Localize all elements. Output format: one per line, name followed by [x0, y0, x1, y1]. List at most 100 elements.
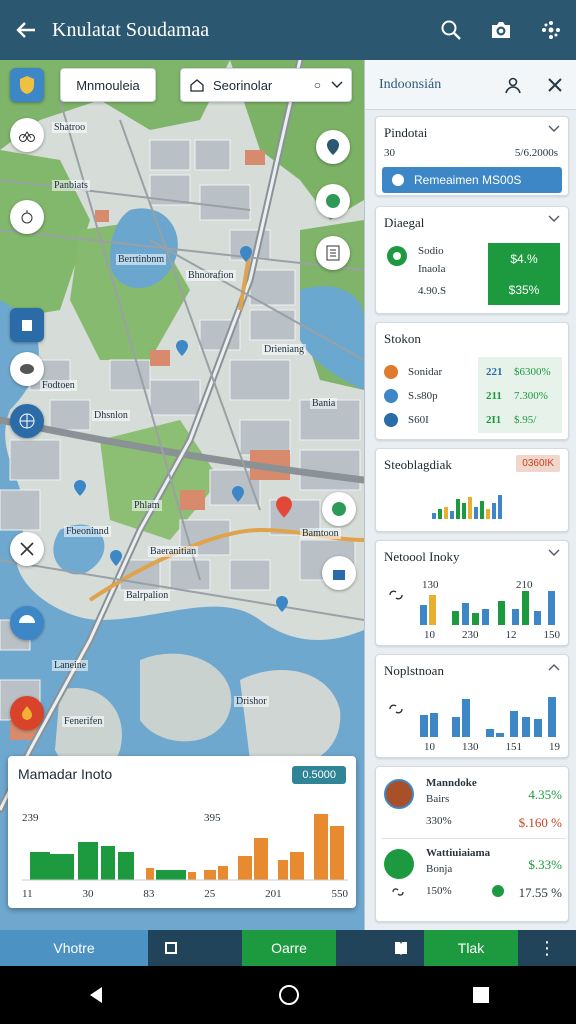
map-pin-icon[interactable]: [232, 486, 244, 502]
chart-bar: [188, 872, 196, 880]
chevron-up-icon[interactable]: [548, 663, 560, 671]
tick-label: 11: [22, 888, 33, 900]
chart-bar: [452, 717, 460, 737]
chevron-down-icon[interactable]: [548, 125, 560, 133]
nav-square-button[interactable]: [148, 930, 194, 966]
card-stokon[interactable]: Stokon Sonidar 221 $6300% S.s80p 211 7.3…: [375, 322, 569, 440]
building-icon[interactable]: [10, 308, 44, 342]
chart-bar: [496, 733, 504, 737]
card-netoool[interactable]: Netoool Inoky 130 210 10 230 12 150: [375, 540, 569, 646]
nav-tlak[interactable]: Tlak: [424, 930, 518, 966]
item-value: $.33%: [528, 857, 562, 872]
recycle-icon[interactable]: [316, 184, 350, 218]
document-icon[interactable]: [316, 236, 350, 270]
tiger-icon[interactable]: [10, 352, 44, 386]
chart-bar: [486, 729, 494, 737]
map-label: Phlam: [132, 500, 162, 511]
chart-bar: [101, 846, 115, 880]
card-diaegal[interactable]: Diaegal Sodio Inaola 4.90.S $4.% $35%: [375, 206, 569, 314]
card-steoblagdiak[interactable]: Steoblagdiak 0360IK: [375, 448, 569, 532]
card-line: Sodio: [418, 245, 444, 257]
app-bar: Knulatat Soudamaa: [0, 0, 576, 60]
card-stats-list[interactable]: Manndoke Bairs 4.35% 330% $.160 % Wattiu…: [375, 766, 569, 922]
list-item[interactable]: Wattiuiaiama Bonja $.33% 150% 17.55 %: [382, 845, 566, 915]
chevron-down-icon[interactable]: [548, 215, 560, 223]
row-b: $.95/: [514, 414, 537, 426]
item-name: Wattiuiaiama: [426, 847, 491, 859]
chart-bar: [480, 501, 484, 519]
person-icon[interactable]: [492, 76, 534, 94]
map-search-left[interactable]: Mnmouleia: [60, 68, 156, 102]
chart-bar: [444, 507, 448, 519]
item-value-2: 150%: [426, 885, 452, 897]
leaf-icon[interactable]: [322, 492, 356, 526]
list-item[interactable]: Manndoke Bairs 4.35% 330% $.160 %: [382, 775, 566, 839]
map-pin-icon[interactable]: [74, 480, 86, 496]
row-b: 7.300%: [514, 390, 548, 402]
map-pin-icon[interactable]: [176, 340, 188, 356]
nav-vhotre[interactable]: Vhotre: [0, 930, 148, 966]
chart-bar: [204, 870, 216, 880]
close-icon[interactable]: [534, 77, 576, 93]
search-icon[interactable]: [426, 0, 476, 60]
settings-dots-icon[interactable]: [526, 0, 576, 60]
card-value-right: 5/6.2000s: [514, 147, 558, 159]
nav-label: Oarre: [271, 940, 307, 956]
row-label: S.s80p: [408, 390, 438, 402]
chart-bar: [498, 601, 505, 625]
dot-icon: [384, 413, 398, 427]
map-search-right[interactable]: Seorinolar ○: [180, 68, 352, 102]
chart-bar: [146, 868, 154, 880]
row-a: 2I1: [486, 414, 502, 426]
globe-icon[interactable]: [10, 404, 44, 438]
card-pindotai[interactable]: Pindotai 30 5/6.2000s Remeaimen MS00S: [375, 116, 569, 196]
map-label: Fodtoen: [40, 380, 77, 391]
bike-icon[interactable]: [10, 118, 44, 152]
map-pin-icon[interactable]: [240, 246, 252, 262]
nav-oarre[interactable]: Oarre: [242, 930, 336, 966]
fire-icon[interactable]: [10, 696, 44, 730]
map-chart-card[interactable]: Mamadar Inoto 0.5000 239 395 11 30 83 25: [8, 756, 356, 908]
chart-bar: [482, 609, 489, 625]
chart-bar: [492, 503, 496, 519]
shield-icon[interactable]: [10, 68, 44, 102]
umbrella-icon[interactable]: [10, 606, 44, 640]
row-b: $6300%: [514, 366, 551, 378]
tools-icon[interactable]: [10, 532, 44, 566]
home-circle-icon[interactable]: [278, 984, 300, 1006]
card-title: Diaegal: [384, 215, 425, 230]
map-label: Shatroo: [52, 122, 88, 133]
camera-icon[interactable]: [476, 0, 526, 60]
recents-square-icon[interactable]: [472, 986, 490, 1004]
green-stat-box: $4.% $35%: [488, 243, 560, 305]
item-value-2: 330%: [426, 815, 452, 827]
map-pin-icon[interactable]: [110, 550, 122, 566]
tick-label: 10: [424, 741, 435, 753]
remeaimen-button[interactable]: Remeaimen MS00S: [382, 167, 562, 193]
chart-bar: [462, 503, 466, 519]
nav-label: Vhotre: [53, 940, 95, 956]
map-chart-badge[interactable]: 0.5000: [292, 766, 346, 784]
nav-book-button[interactable]: [378, 930, 424, 966]
map-pin-icon[interactable]: [276, 596, 288, 612]
chart-bar: [510, 711, 518, 737]
person-pin-icon[interactable]: [316, 130, 350, 164]
page-title: Knulatat Soudamaa: [52, 18, 210, 41]
map-label: Balrpalion: [124, 590, 171, 601]
more-icon[interactable]: ⋮: [518, 930, 576, 966]
destination-pin-icon[interactable]: [276, 496, 292, 518]
back-arrow-icon[interactable]: [0, 0, 52, 60]
book-icon: [395, 942, 407, 955]
card-noplstnoan[interactable]: Noplstnoan 10 130 151 19: [375, 654, 569, 758]
card-line: Inaola: [418, 263, 446, 275]
mini-bar-chart: [432, 495, 502, 519]
bag-icon[interactable]: [322, 556, 356, 590]
chevron-down-icon[interactable]: [548, 549, 560, 557]
map-search-left-text: Mnmouleia: [76, 77, 140, 93]
tick-label: 150: [543, 629, 561, 641]
back-triangle-icon[interactable]: [86, 985, 106, 1005]
apple-icon[interactable]: [10, 200, 44, 234]
item-value-3: 17.55 %: [518, 885, 562, 900]
